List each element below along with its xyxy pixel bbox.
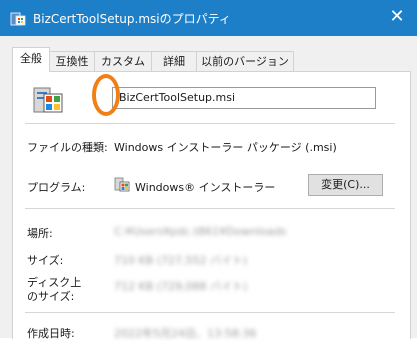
program-label: プログラム: (27, 181, 86, 194)
program-value: Windows® インストーラー (135, 181, 276, 194)
general-panel: BizCertToolSetup.msi ファイルの種類: Windows イン… (12, 71, 411, 340)
divider (25, 312, 395, 313)
msi-package-icon (10, 12, 26, 26)
tab-general[interactable]: 全般 (12, 47, 50, 72)
divider (25, 208, 395, 209)
close-button[interactable]: ✕ (377, 0, 417, 36)
close-icon: ✕ (389, 6, 405, 27)
created-value: 2022年5月24日、13:58:36 (114, 327, 257, 340)
tab-previous-versions[interactable]: 以前のバージョン (196, 51, 294, 71)
title-bar: BizCertToolSetup.msiのプロパティ ✕ (0, 0, 417, 36)
size-value: 710 KB (727,552 バイト) (114, 254, 248, 267)
file-type-value: Windows インストーラー パッケージ (.msi) (114, 141, 337, 154)
tab-details[interactable]: 詳細 (151, 51, 197, 71)
msi-package-icon (33, 87, 63, 113)
divider (25, 123, 395, 124)
created-label: 作成日時: (27, 327, 75, 340)
filename-field[interactable]: BizCertToolSetup.msi (112, 87, 376, 109)
change-program-button[interactable]: 変更(C)... (308, 174, 383, 196)
file-type-label: ファイルの種類: (27, 141, 108, 154)
tab-strip: 全般 互換性 カスタム 詳細 以前のバージョン (12, 47, 412, 72)
disk-size-value: 712 KB (729,088 バイト) (114, 280, 248, 293)
disk-size-label-line2: のサイズ: (27, 290, 75, 303)
highlight-ring (92, 74, 120, 116)
tab-custom[interactable]: カスタム (94, 51, 152, 71)
location-label: 場所: (27, 227, 53, 240)
window-title: BizCertToolSetup.msiのプロパティ (33, 12, 231, 26)
properties-dialog: 全般 互換性 カスタム 詳細 以前のバージョン BizCertToolSetup… (0, 36, 417, 340)
tab-compatibility[interactable]: 互換性 (49, 51, 95, 71)
location-value: C:¥Users¥pdc.t861¥Downloads (114, 225, 287, 238)
size-label: サイズ: (27, 254, 64, 267)
windows-installer-icon (114, 177, 130, 192)
